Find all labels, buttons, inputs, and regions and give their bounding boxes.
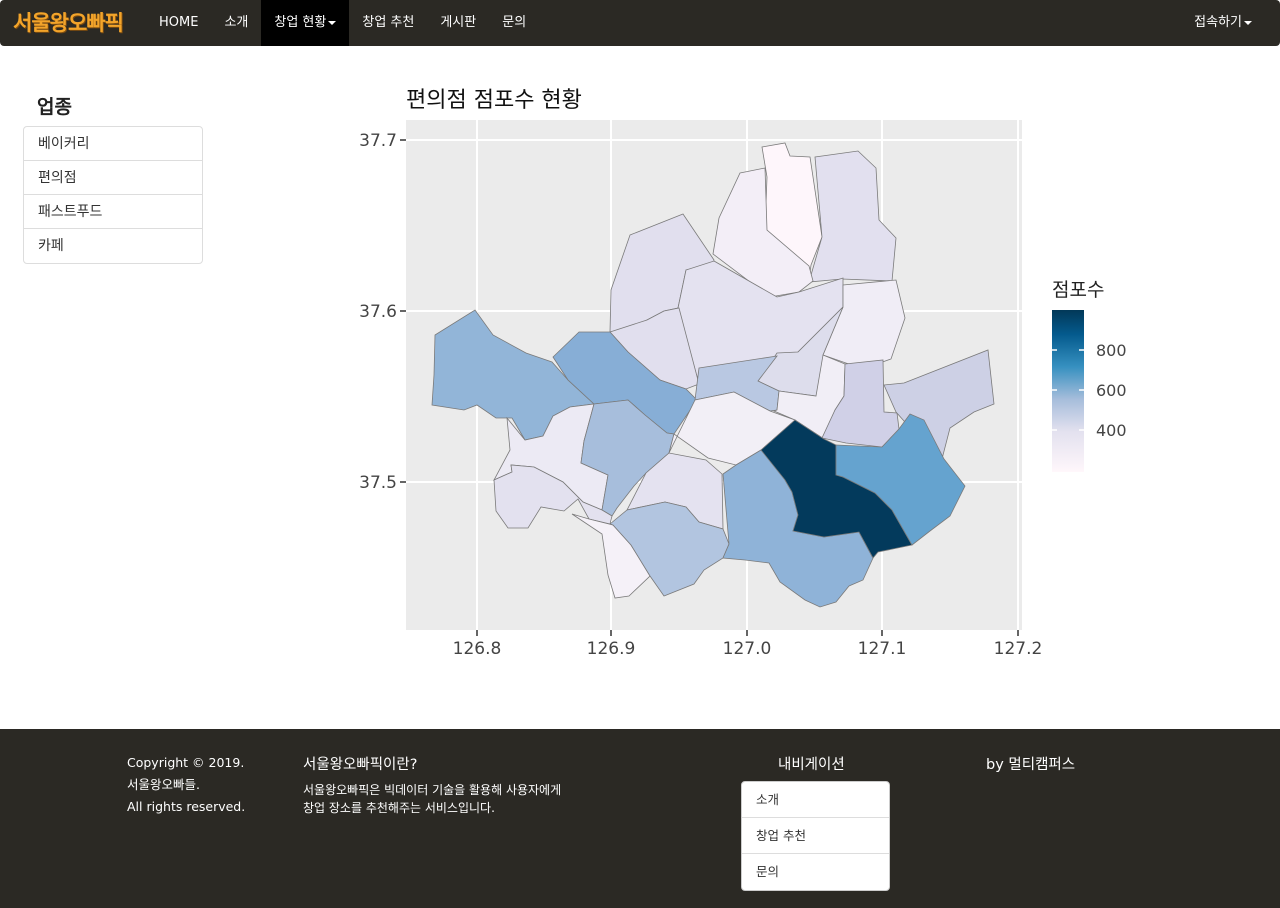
legend-label: 400 bbox=[1096, 421, 1127, 440]
nav-item-contact[interactable]: 문의 bbox=[489, 0, 539, 46]
legend: 점포수 800 600 400 bbox=[1052, 279, 1127, 472]
nav-item-label: 창업 추천 bbox=[362, 15, 415, 30]
nav-menu: HOME 소개 창업 현황 창업 추천 게시판 문의 bbox=[146, 0, 539, 46]
nav-item-recommend[interactable]: 창업 추천 bbox=[349, 0, 427, 46]
footer-nav-list: 소개 창업 추천 문의 bbox=[741, 781, 890, 891]
nav-item-label: 문의 bbox=[502, 15, 527, 30]
footer-nav-item-about[interactable]: 소개 bbox=[742, 782, 889, 818]
nav-item-home[interactable]: HOME bbox=[146, 0, 211, 46]
x-tick-label: 127.2 bbox=[994, 639, 1043, 659]
about-text: 서울왕오빠픽은 빅데이터 기술을 활용해 사용자에게 창업 장소를 추천해주는 … bbox=[303, 781, 603, 817]
legend-title: 점포수 bbox=[1052, 279, 1104, 301]
legend-label: 600 bbox=[1096, 381, 1127, 400]
sidebar-title: 업종 bbox=[37, 96, 72, 118]
footer-nav-title: 내비게이션 bbox=[778, 757, 845, 773]
account-label: 접속하기 bbox=[1194, 15, 1242, 30]
footer: Copyright © 2019. 서울왕오빠들. All rights res… bbox=[0, 729, 1280, 908]
map-chart: 편의점 점포수 현황 37.7 37.6 37.5 126.8 126.9 12… bbox=[340, 70, 1160, 670]
about-line: 서울왕오빠픽은 빅데이터 기술을 활용해 사용자에게 bbox=[303, 783, 562, 797]
nav-item-label: HOME bbox=[159, 15, 199, 30]
nav-item-status[interactable]: 창업 현황 bbox=[261, 0, 350, 46]
brand-logo[interactable]: 서울왕오빠픽 bbox=[13, 9, 124, 37]
nav-item-label: 창업 현황 bbox=[274, 15, 327, 30]
y-tick-label: 37.7 bbox=[359, 131, 397, 151]
copyright-line: Copyright © 2019. bbox=[127, 755, 245, 770]
nav-item-label: 소개 bbox=[224, 15, 249, 30]
x-tick-label: 127.0 bbox=[723, 639, 772, 659]
caret-down-icon bbox=[1244, 20, 1252, 25]
about-title: 서울왕오빠픽이란? bbox=[303, 757, 418, 773]
nav-item-board[interactable]: 게시판 bbox=[427, 0, 489, 46]
sidebar-item-bakery[interactable]: 베이커리 bbox=[24, 127, 202, 161]
legend-label: 800 bbox=[1096, 341, 1127, 360]
nav-item-label: 게시판 bbox=[440, 15, 477, 30]
x-tick-label: 126.9 bbox=[587, 639, 636, 659]
y-tick-label: 37.5 bbox=[359, 473, 397, 493]
caret-down-icon bbox=[328, 20, 337, 25]
footer-nav-item-contact[interactable]: 문의 bbox=[742, 854, 889, 890]
sidebar-list: 베이커리 편의점 패스트푸드 카페 bbox=[23, 126, 203, 264]
nav-item-about[interactable]: 소개 bbox=[211, 0, 261, 46]
copyright: Copyright © 2019. 서울왕오빠들. All rights res… bbox=[127, 752, 245, 818]
copyright-line: 서울왕오빠들. bbox=[127, 777, 200, 792]
navbar: 서울왕오빠픽 HOME 소개 창업 현황 창업 추천 게시판 문의 접속하기 bbox=[0, 0, 1280, 46]
x-tick-label: 127.1 bbox=[858, 639, 907, 659]
copyright-line: All rights reserved. bbox=[127, 799, 246, 814]
footer-nav-item-recommend[interactable]: 창업 추천 bbox=[742, 818, 889, 854]
about-line: 창업 장소를 추천해주는 서비스입니다. bbox=[303, 801, 495, 815]
legend-colorbar bbox=[1052, 310, 1084, 472]
account-dropdown[interactable]: 접속하기 bbox=[1194, 0, 1252, 46]
y-tick-label: 37.6 bbox=[359, 302, 397, 322]
x-tick-label: 126.8 bbox=[453, 639, 502, 659]
map-svg: 37.7 37.6 37.5 126.8 126.9 127.0 127.1 1… bbox=[359, 120, 1127, 659]
sidebar-item-convenience[interactable]: 편의점 bbox=[24, 161, 202, 195]
sidebar-item-cafe[interactable]: 카페 bbox=[24, 229, 202, 263]
sidebar-item-fastfood[interactable]: 패스트푸드 bbox=[24, 195, 202, 229]
byline: by 멀티캠퍼스 bbox=[986, 757, 1076, 773]
